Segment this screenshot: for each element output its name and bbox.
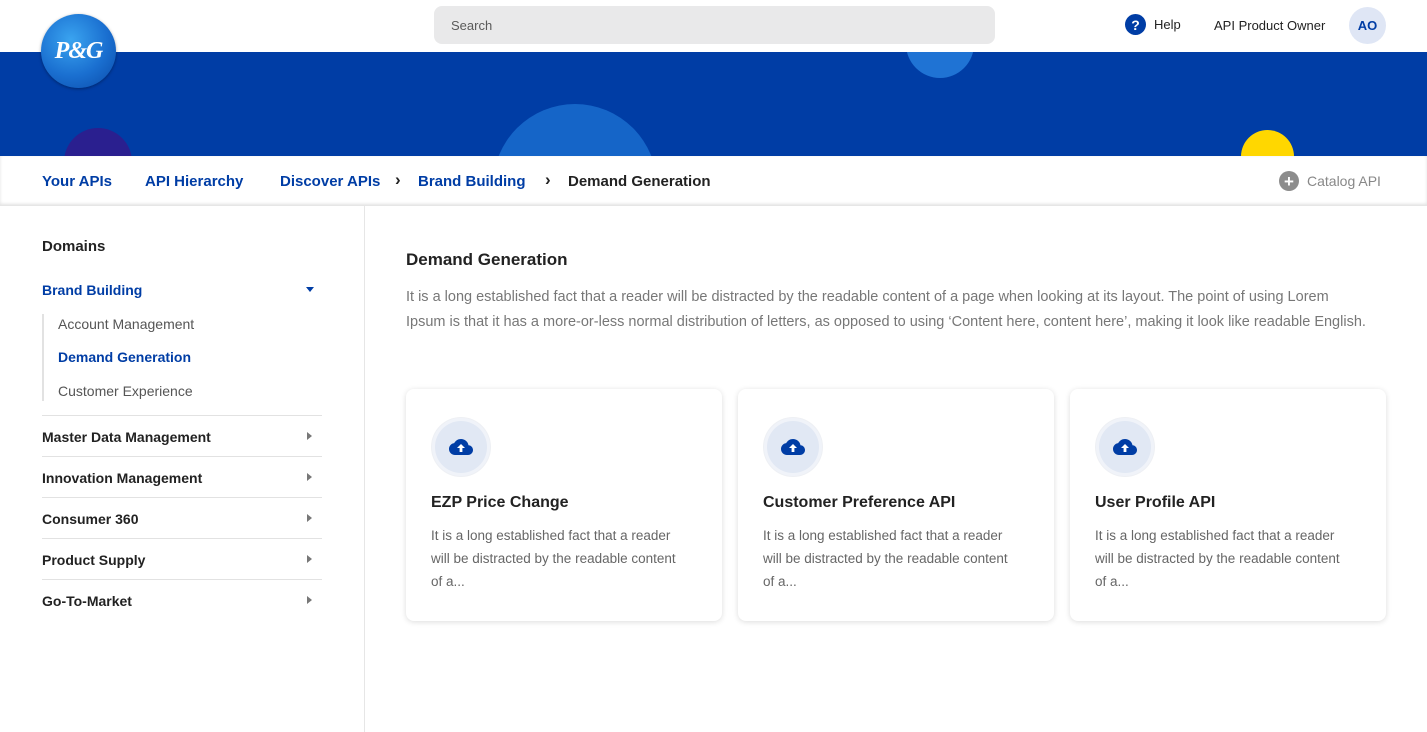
user-name: API Product Owner	[1214, 18, 1326, 33]
sidebar-item-label: Product Supply	[42, 552, 146, 568]
sidebar-item-product-supply[interactable]: Product Supply	[42, 538, 322, 579]
api-card-ezp-price-change[interactable]: EZP Price Change It is a long establishe…	[406, 389, 722, 621]
breadcrumb-current: Demand Generation	[568, 173, 711, 190]
card-icon-badge	[432, 418, 490, 476]
cloud-upload-icon	[449, 439, 473, 455]
cloud-upload-icon	[1113, 439, 1137, 455]
help-label[interactable]: Help	[1154, 17, 1181, 32]
search-input[interactable]	[451, 17, 995, 33]
caret-right-icon	[307, 473, 312, 481]
sidebar-item-consumer-360[interactable]: Consumer 360	[42, 497, 322, 538]
caret-right-icon	[307, 555, 312, 563]
api-card-user-profile[interactable]: User Profile API It is a long establishe…	[1070, 389, 1386, 621]
caret-down-icon	[306, 287, 314, 292]
sidebar-item-label: Master Data Management	[42, 429, 211, 445]
sidebar-item-master-data-management[interactable]: Master Data Management	[42, 415, 322, 456]
card-title: EZP Price Change	[431, 494, 569, 511]
card-title: User Profile API	[1095, 494, 1216, 511]
help-icon[interactable]: ?	[1125, 14, 1146, 35]
page-title: Demand Generation	[406, 250, 568, 269]
hero-banner	[0, 52, 1427, 156]
card-icon-badge	[764, 418, 822, 476]
card-description: It is a long established fact that a rea…	[431, 528, 676, 589]
nav-your-apis[interactable]: Your APIs	[42, 173, 112, 190]
avatar[interactable]: AO	[1349, 7, 1386, 44]
pg-logo[interactable]: P&G	[41, 14, 116, 88]
chevron-right-icon: ›	[545, 170, 551, 189]
caret-right-icon	[307, 514, 312, 522]
card-title: Customer Preference API	[763, 494, 956, 511]
plus-icon: +	[1279, 171, 1299, 191]
catalog-api-button[interactable]: + Catalog API	[1279, 171, 1381, 191]
sidebar-subitem-account-management[interactable]: Account Management	[58, 316, 194, 332]
banner-decoration-circle	[493, 104, 657, 156]
card-icon-badge	[1096, 418, 1154, 476]
cloud-upload-icon	[781, 439, 805, 455]
sidebar-item-go-to-market[interactable]: Go-To-Market	[42, 579, 322, 620]
breadcrumb-discover-apis[interactable]: Discover APIs	[280, 173, 380, 190]
caret-right-icon	[307, 432, 312, 440]
sidebar-subitem-demand-generation[interactable]: Demand Generation	[58, 349, 191, 365]
caret-right-icon	[307, 596, 312, 604]
card-description: It is a long established fact that a rea…	[763, 528, 1008, 589]
sidebar-item-label: Brand Building	[42, 282, 143, 298]
sidebar-item-brand-building[interactable]: Brand Building	[42, 282, 322, 298]
api-card-customer-preference[interactable]: Customer Preference API It is a long est…	[738, 389, 1054, 621]
sidebar-item-label: Innovation Management	[42, 470, 203, 486]
sidebar-item-innovation-management[interactable]: Innovation Management	[42, 456, 322, 497]
logo-text: P&G	[54, 37, 104, 64]
sidebar-subitems: Account Management Demand Generation Cus…	[42, 314, 322, 401]
top-bar: ? Help API Product Owner AO	[0, 0, 1427, 52]
sidebar-item-label: Consumer 360	[42, 511, 139, 527]
sidebar-title: Domains	[42, 238, 106, 255]
banner-decoration-circle	[64, 128, 132, 156]
search-bar[interactable]	[434, 6, 995, 44]
nav-api-hierarchy[interactable]: API Hierarchy	[145, 173, 243, 190]
chevron-right-icon: ›	[395, 170, 401, 189]
card-description: It is a long established fact that a rea…	[1095, 528, 1340, 589]
banner-decoration-circle	[1241, 130, 1294, 156]
domains-sidebar: Domains Brand Building Account Managemen…	[0, 206, 365, 732]
navigation-bar: Your APIs API Hierarchy Discover APIs › …	[0, 156, 1427, 206]
sidebar-subitem-customer-experience[interactable]: Customer Experience	[58, 383, 193, 399]
sidebar-item-label: Go-To-Market	[42, 593, 132, 609]
banner-decoration-circle	[906, 52, 974, 78]
breadcrumb-brand-building[interactable]: Brand Building	[418, 173, 526, 190]
page-description: It is a long established fact that a rea…	[406, 289, 1366, 330]
catalog-api-label: Catalog API	[1307, 173, 1381, 189]
help-link[interactable]: ? Help	[1125, 14, 1181, 35]
